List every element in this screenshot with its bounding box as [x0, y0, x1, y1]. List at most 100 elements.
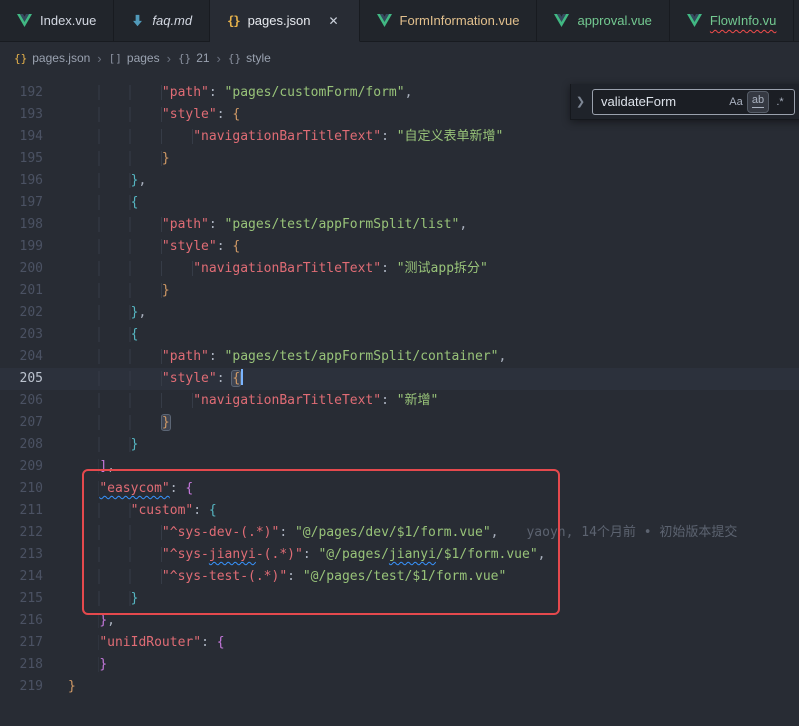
find-input[interactable]: validateForm Aa ab .* [592, 89, 795, 115]
code-line[interactable]: 194 "navigationBarTitleText": "自定义表单新增" [0, 126, 799, 148]
match-case-toggle[interactable]: Aa [726, 92, 746, 112]
code-text: "easycom": { [68, 478, 193, 500]
code-line[interactable]: 209 ], [0, 456, 799, 478]
line-number[interactable]: 219 [0, 676, 68, 698]
code-text: { [68, 324, 138, 346]
editor[interactable]: 192 "path": "pages/customForm/form",193 … [0, 74, 799, 726]
code-line[interactable]: 203 { [0, 324, 799, 346]
line-number[interactable]: 193 [0, 104, 68, 126]
line-number[interactable]: 205 [0, 368, 68, 390]
code-text: "path": "pages/customForm/form", [68, 82, 412, 104]
code-text: ], [68, 456, 115, 478]
code-line[interactable]: 195 } [0, 148, 799, 170]
line-number[interactable]: 199 [0, 236, 68, 258]
code-line[interactable]: 201 } [0, 280, 799, 302]
line-number[interactable]: 202 [0, 302, 68, 324]
code-text: "uniIdRouter": { [68, 632, 225, 654]
whole-word-toggle[interactable]: ab [748, 92, 768, 112]
code-text: } [68, 676, 76, 698]
find-input-value: validateForm [601, 94, 726, 109]
breadcrumb-label: 21 [196, 51, 209, 65]
breadcrumb-separator: › [97, 51, 101, 66]
line-number[interactable]: 216 [0, 610, 68, 632]
code-line[interactable]: 215 } [0, 588, 799, 610]
line-number[interactable]: 192 [0, 82, 68, 104]
line-number[interactable]: 201 [0, 280, 68, 302]
code-text: "^sys-test-(.*)": "@/pages/test/$1/form.… [68, 566, 506, 588]
line-number[interactable]: 214 [0, 566, 68, 588]
code-line[interactable]: 219} [0, 676, 799, 698]
breadcrumb-item-style[interactable]: {} style [228, 51, 271, 65]
code-line[interactable]: 206 "navigationBarTitleText": "新增" [0, 390, 799, 412]
code-text: "style": { [68, 104, 240, 126]
line-number[interactable]: 209 [0, 456, 68, 478]
code-line[interactable]: 218 } [0, 654, 799, 676]
code-line[interactable]: 212 "^sys-dev-(.*)": "@/pages/dev/$1/for… [0, 522, 799, 544]
code-text: }, [68, 610, 115, 632]
line-number[interactable]: 215 [0, 588, 68, 610]
code-line[interactable]: 216 }, [0, 610, 799, 632]
breadcrumb-label: style [246, 51, 271, 65]
code-text: } [68, 434, 138, 456]
line-number[interactable]: 195 [0, 148, 68, 170]
md-file-icon [131, 14, 144, 27]
code-line[interactable]: 205 "style": { [0, 368, 799, 390]
line-number[interactable]: 198 [0, 214, 68, 236]
tab-approval-vue[interactable]: approval.vue [537, 0, 669, 42]
code-text: } [68, 148, 170, 170]
line-number[interactable]: 204 [0, 346, 68, 368]
code-line[interactable]: 214 "^sys-test-(.*)": "@/pages/test/$1/f… [0, 566, 799, 588]
line-number[interactable]: 207 [0, 412, 68, 434]
tab-forminformation-vue[interactable]: FormInformation.vue [360, 0, 538, 42]
breadcrumb-item-pages.json[interactable]: {}pages.json [14, 51, 90, 65]
tab-label: approval.vue [577, 13, 651, 28]
line-number[interactable]: 212 [0, 522, 68, 544]
code-text: "navigationBarTitleText": "新增" [68, 390, 438, 412]
line-number[interactable]: 213 [0, 544, 68, 566]
line-number[interactable]: 218 [0, 654, 68, 676]
code-line[interactable]: 211 "custom": { [0, 500, 799, 522]
code-line[interactable]: 200 "navigationBarTitleText": "测试app拆分" [0, 258, 799, 280]
line-number[interactable]: 197 [0, 192, 68, 214]
tab-bar-filler [794, 0, 799, 42]
code-line[interactable]: 213 "^sys-jianyi-(.*)": "@/pages/jianyi/… [0, 544, 799, 566]
code-line[interactable]: 210 "easycom": { [0, 478, 799, 500]
tab-label: FlowInfo.vu [710, 13, 776, 28]
tab-pages-json[interactable]: {}pages.json✕ [210, 0, 359, 42]
code-line[interactable]: 217 "uniIdRouter": { [0, 632, 799, 654]
code-line[interactable]: 208 } [0, 434, 799, 456]
code-line[interactable]: 204 "path": "pages/test/appFormSplit/con… [0, 346, 799, 368]
tab-flowinfo-vu[interactable]: FlowInfo.vu [670, 0, 794, 42]
regex-toggle[interactable]: .* [770, 92, 790, 112]
line-number[interactable]: 196 [0, 170, 68, 192]
breadcrumb-item-pages[interactable]: []pages [109, 51, 160, 65]
breadcrumb-separator: › [217, 51, 221, 66]
code-line[interactable]: 199 "style": { [0, 236, 799, 258]
tab-index-vue[interactable]: Index.vue [0, 0, 114, 42]
code-text: "navigationBarTitleText": "测试app拆分" [68, 258, 488, 280]
symbol-icon: {} [228, 52, 241, 65]
code-text: } [68, 412, 170, 434]
code-line[interactable]: 196 }, [0, 170, 799, 192]
code-line[interactable]: 197 { [0, 192, 799, 214]
line-number[interactable]: 206 [0, 390, 68, 412]
symbol-icon: [] [109, 52, 122, 65]
editor-window: Index.vuefaq.md{}pages.json✕FormInformat… [0, 0, 799, 726]
line-number[interactable]: 194 [0, 126, 68, 148]
chevron-right-icon[interactable]: ❯ [573, 95, 588, 108]
breadcrumb: {}pages.json›[]pages›{}21›{}style [0, 42, 799, 74]
line-number[interactable]: 208 [0, 434, 68, 456]
line-number[interactable]: 203 [0, 324, 68, 346]
line-number[interactable]: 200 [0, 258, 68, 280]
line-number[interactable]: 211 [0, 500, 68, 522]
line-number[interactable]: 210 [0, 478, 68, 500]
breadcrumb-item-21[interactable]: {}21 [178, 51, 210, 65]
code-text: "^sys-dev-(.*)": "@/pages/dev/$1/form.vu… [68, 522, 737, 544]
code-line[interactable]: 207 } [0, 412, 799, 434]
line-number[interactable]: 217 [0, 632, 68, 654]
code-line[interactable]: 198 "path": "pages/test/appFormSplit/lis… [0, 214, 799, 236]
code-line[interactable]: 202 }, [0, 302, 799, 324]
tab-faq-md[interactable]: faq.md [114, 0, 210, 42]
breadcrumb-label: pages.json [32, 51, 90, 65]
close-icon[interactable]: ✕ [325, 13, 341, 29]
